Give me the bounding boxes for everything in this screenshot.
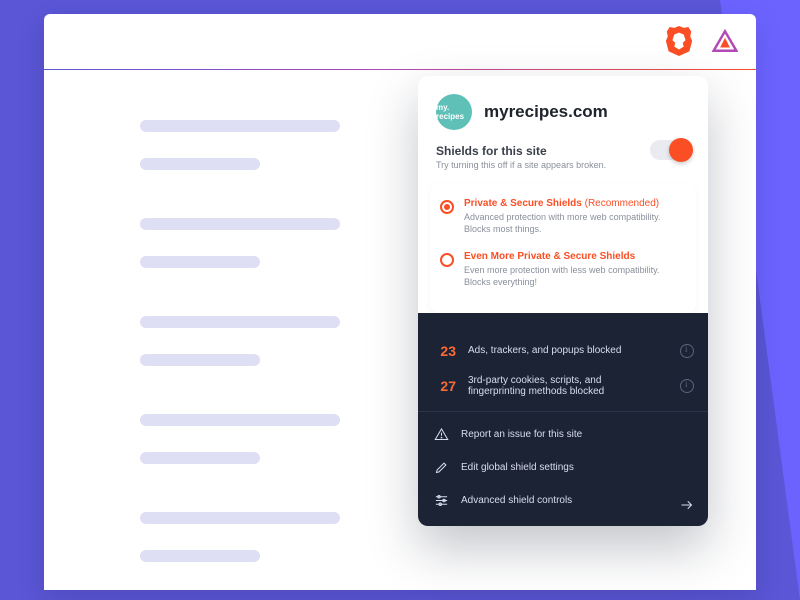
sliders-icon (434, 493, 449, 508)
shields-dark-section: 23 Ads, trackers, and popups blocked 27 … (418, 313, 708, 526)
option-private-secure[interactable]: Private & Secure Shields (Recommended) A… (430, 190, 696, 243)
page-skeleton (140, 120, 400, 600)
stat-ads-blocked: 23 Ads, trackers, and popups blocked (418, 335, 708, 367)
option-even-more-private[interactable]: Even More Private & Secure Shields Even … (430, 243, 696, 296)
browser-window: my. recipes myrecipes.com Shields for th… (44, 14, 756, 590)
info-icon[interactable] (680, 379, 694, 393)
stat-label: Ads, trackers, and popups blocked (468, 345, 621, 356)
action-report-issue[interactable]: Report an issue for this site (418, 418, 708, 451)
site-favicon: my. recipes (436, 94, 472, 130)
info-icon[interactable] (680, 344, 694, 358)
warning-triangle-icon (434, 427, 449, 442)
shields-popover: my. recipes myrecipes.com Shields for th… (418, 76, 708, 526)
stat-label: 3rd-party cookies, scripts, and fingerpr… (468, 375, 648, 397)
pencil-icon (434, 460, 449, 475)
action-global-settings[interactable]: Edit global shield settings (418, 451, 708, 484)
shields-subtitle: Try turning this off if a site appears b… (436, 160, 690, 170)
shields-toggle[interactable] (650, 140, 690, 160)
radio-icon (440, 253, 454, 267)
option-desc: Even more protection with less web compa… (464, 264, 674, 288)
brave-shields-icon[interactable] (664, 24, 694, 63)
shield-level-options: Private & Secure Shields (Recommended) A… (430, 184, 696, 313)
radio-icon (440, 200, 454, 214)
arrow-right-icon (679, 497, 694, 512)
browser-toolbar (44, 14, 756, 70)
action-advanced-controls[interactable]: Advanced shield controls (418, 484, 708, 526)
bat-icon[interactable] (712, 29, 738, 58)
stat-cookies-blocked: 27 3rd-party cookies, scripts, and finge… (418, 367, 708, 405)
site-name: myrecipes.com (484, 102, 608, 122)
option-desc: Advanced protection with more web compat… (464, 211, 674, 235)
